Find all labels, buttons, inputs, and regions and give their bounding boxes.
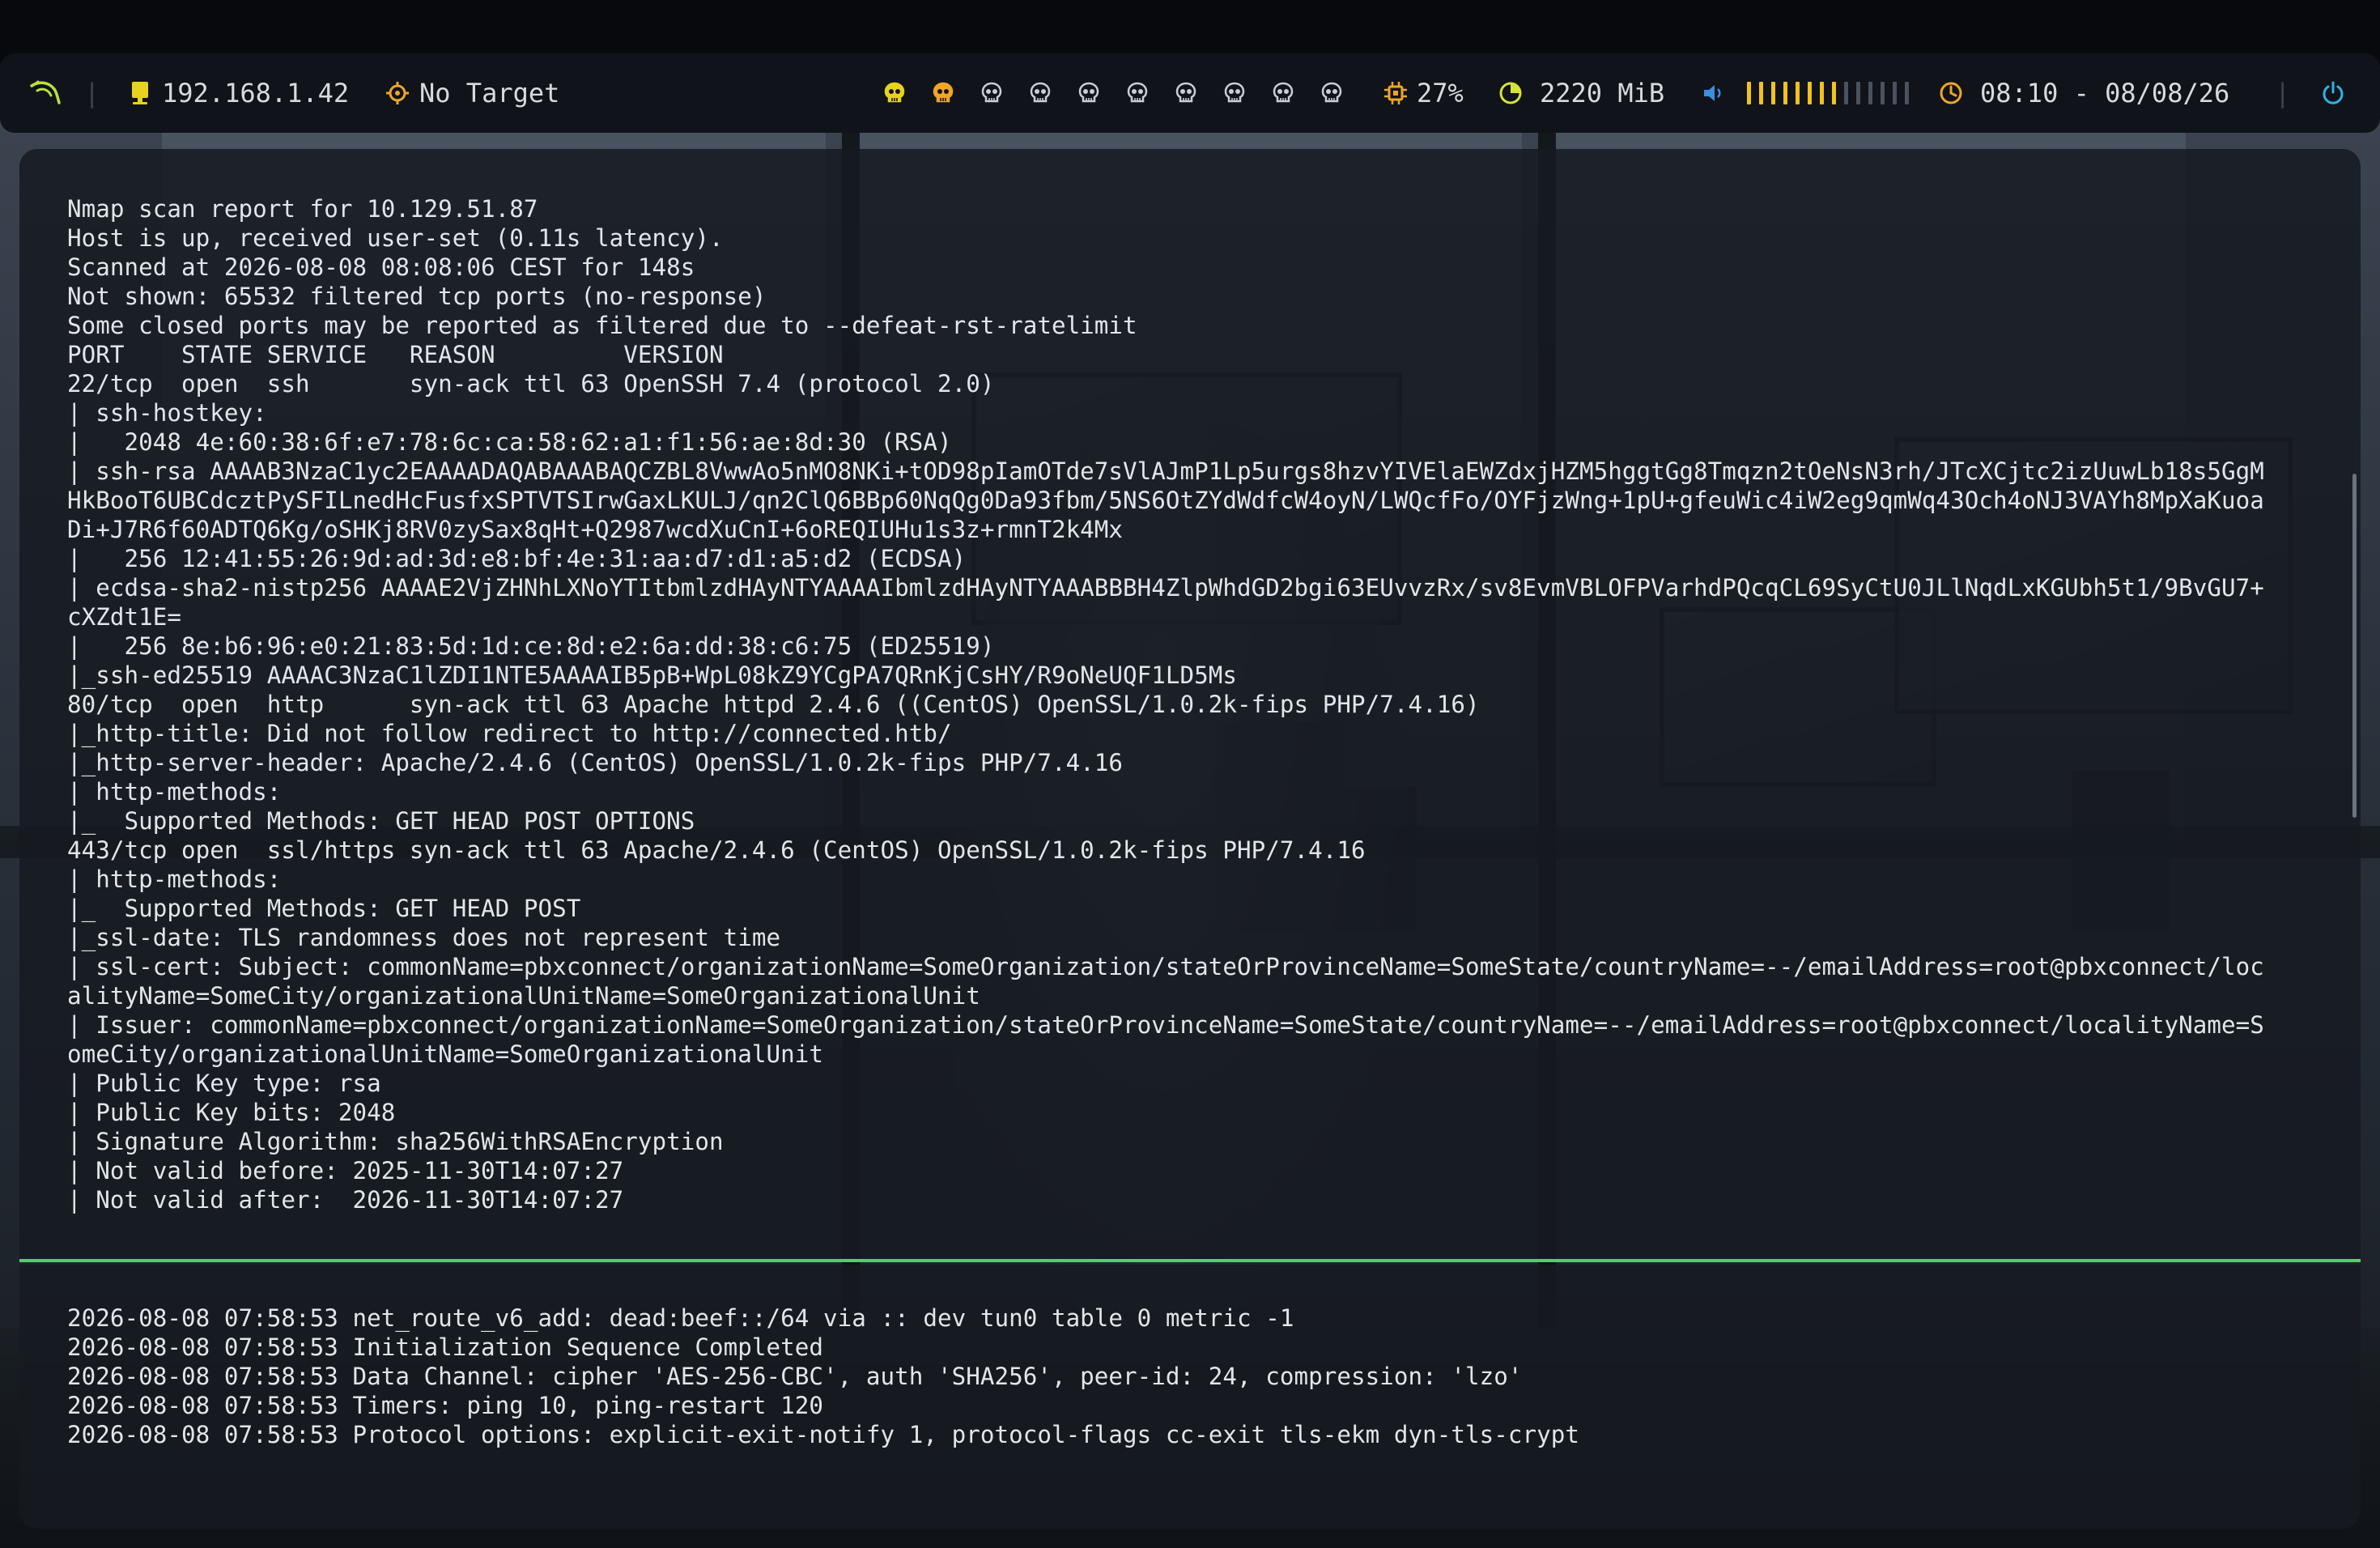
terminal-scrollbar[interactable] bbox=[2352, 474, 2357, 818]
volume-segment bbox=[1868, 82, 1872, 104]
workspace-6-skull-icon[interactable] bbox=[1125, 53, 1150, 133]
volume-segment bbox=[1856, 82, 1860, 104]
volume-segment bbox=[1881, 82, 1885, 104]
ip-monitor-icon bbox=[130, 53, 151, 133]
workspace-2-skull-icon[interactable] bbox=[931, 53, 955, 133]
terminal-line: |_ssl-date: TLS randomness does not repr… bbox=[67, 924, 781, 951]
terminal-line: Nmap scan report for 10.129.51.87 bbox=[67, 195, 538, 223]
terminal-line: | 2048 4e:60:38:6f:e7:78:6c:ca:58:62:a1:… bbox=[67, 428, 952, 456]
terminal-line: Host is up, received user-set (0.11s lat… bbox=[67, 224, 724, 252]
terminal-line: | ssl-cert: Subject: commonName=pbxconne… bbox=[67, 953, 2264, 980]
terminal-line: |_http-server-header: Apache/2.4.6 (Cent… bbox=[67, 749, 1124, 776]
terminal-line: | Public Key bits: 2048 bbox=[67, 1099, 396, 1126]
separator: | bbox=[2275, 78, 2291, 108]
terminal-line: 2026-08-08 07:58:53 Protocol options: ex… bbox=[67, 1421, 1579, 1448]
terminal-line: Scanned at 2026-08-08 08:08:06 CEST for … bbox=[67, 253, 695, 281]
volume-segment bbox=[1808, 82, 1812, 104]
volume-segment bbox=[1759, 82, 1763, 104]
volume-icon[interactable] bbox=[1702, 53, 1724, 133]
terminal-line: | Not valid after: 2026-11-30T14:07:27 bbox=[67, 1186, 624, 1214]
terminal-line: |_ Supported Methods: GET HEAD POST bbox=[67, 895, 581, 922]
target-icon bbox=[385, 53, 410, 133]
terminal-line: | ecdsa-sha2-nistp256 AAAAE2VjZHNhLXNoYT… bbox=[67, 574, 2264, 602]
target-label: No Target bbox=[419, 78, 560, 108]
clock: 08:10 - 08/08/26 bbox=[1980, 78, 2230, 108]
terminal-line: Not shown: 65532 filtered tcp ports (no-… bbox=[67, 283, 767, 310]
terminal-line: Di+J7R6f60ADTQ6Kg/oSHKj8RV0zySax8qHt+Q29… bbox=[67, 516, 1124, 543]
terminal-line: | http-methods: bbox=[67, 865, 295, 893]
power-icon[interactable] bbox=[2320, 53, 2346, 133]
terminal-line: | ssh-rsa AAAAB3NzaC1yc2EAAAADAQABAAABAQ… bbox=[67, 457, 2264, 485]
terminal-line: 443/tcp open ssl/https syn-ack ttl 63 Ap… bbox=[67, 836, 1366, 864]
volume-segment bbox=[1905, 82, 1909, 104]
terminal-line: 80/tcp open http syn-ack ttl 63 Apache h… bbox=[67, 691, 1480, 718]
terminal-line: |_ Supported Methods: GET HEAD POST OPTI… bbox=[67, 807, 695, 835]
desktop: | 192.168.1.42 No Target 27% 2220 MiB 08… bbox=[0, 0, 2380, 1548]
volume-level-bar[interactable] bbox=[1747, 53, 1917, 133]
ip-address: 192.168.1.42 bbox=[162, 78, 350, 108]
workspace-8-skull-icon[interactable] bbox=[1222, 53, 1247, 133]
volume-segment bbox=[1783, 82, 1787, 104]
terminal-line: 2026-08-08 07:58:53 Initialization Seque… bbox=[67, 1333, 823, 1361]
cpu-icon bbox=[1383, 53, 1409, 133]
volume-segment bbox=[1771, 82, 1775, 104]
terminal-line: | Not valid before: 2025-11-30T14:07:27 bbox=[67, 1157, 624, 1184]
workspace-3-skull-icon[interactable] bbox=[980, 53, 1004, 133]
status-bar: | 192.168.1.42 No Target 27% 2220 MiB 08… bbox=[0, 53, 2380, 133]
kali-logo-icon[interactable] bbox=[29, 53, 62, 133]
terminal-line: | Issuer: commonName=pbxconnect/organiza… bbox=[67, 1011, 2264, 1039]
terminal-nmap-output[interactable]: Nmap scan report for 10.129.51.87 Host is… bbox=[19, 149, 2361, 1260]
terminal-line: 22/tcp open ssh syn-ack ttl 63 OpenSSH 7… bbox=[67, 370, 995, 398]
terminal-line: Some closed ports may be reported as fil… bbox=[67, 312, 1137, 339]
terminal-vpn-log[interactable]: 2026-08-08 07:58:53 net_route_v6_add: de… bbox=[19, 1265, 2361, 1529]
clock-icon bbox=[1938, 53, 1964, 133]
volume-segment bbox=[1832, 82, 1836, 104]
workspace-4-skull-icon[interactable] bbox=[1028, 53, 1052, 133]
terminal-line: alityName=SomeCity/organizationalUnitNam… bbox=[67, 982, 980, 1010]
terminal-line: 2026-08-08 07:58:53 net_route_v6_add: de… bbox=[67, 1304, 1294, 1332]
terminal-line: | 256 8e:b6:96:e0:21:83:5d:1d:ce:8d:e2:6… bbox=[67, 632, 995, 660]
workspace-5-skull-icon[interactable] bbox=[1077, 53, 1101, 133]
workspace-9-skull-icon[interactable] bbox=[1271, 53, 1295, 133]
workspace-7-skull-icon[interactable] bbox=[1174, 53, 1198, 133]
workspace-1-skull-icon[interactable] bbox=[882, 53, 907, 133]
terminal-line: omeCity/organizationalUnitName=SomeOrgan… bbox=[67, 1040, 823, 1068]
terminal-line: PORT STATE SERVICE REASON VERSION bbox=[67, 341, 724, 368]
terminal-line: | Public Key type: rsa bbox=[67, 1070, 381, 1097]
terminal-line: 2026-08-08 07:58:53 Timers: ping 10, pin… bbox=[67, 1392, 823, 1419]
volume-segment bbox=[1796, 82, 1800, 104]
memory-usage: 2220 MiB bbox=[1540, 78, 1665, 108]
memory-icon bbox=[1498, 53, 1524, 133]
terminal-line: | http-methods: bbox=[67, 778, 295, 806]
volume-segment bbox=[1747, 82, 1751, 104]
terminal-line: |_http-title: Did not follow redirect to… bbox=[67, 720, 952, 747]
terminal-line: HkBooT6UBCdcztPySFILnedHcFusfxSPTVTSIrwG… bbox=[67, 487, 2264, 514]
terminal-line: |_ssh-ed25519 AAAAC3NzaC1lZDI1NTE5AAAAIB… bbox=[67, 661, 1238, 689]
terminal-line: 2026-08-08 07:58:53 Data Channel: cipher… bbox=[67, 1363, 1523, 1390]
pane-divider[interactable] bbox=[19, 1259, 2361, 1262]
terminal-line: | ssh-hostkey: bbox=[67, 399, 282, 427]
volume-segment bbox=[1844, 82, 1848, 104]
workspace-10-skull-icon[interactable] bbox=[1320, 53, 1344, 133]
terminal-line: | 256 12:41:55:26:9d:ad:3d:e8:bf:4e:31:a… bbox=[67, 545, 967, 572]
cpu-usage: 27% bbox=[1417, 78, 1464, 108]
volume-segment bbox=[1893, 82, 1897, 104]
separator: | bbox=[84, 78, 100, 108]
terminal-line: cXZdt1E= bbox=[67, 603, 181, 631]
terminal-line: | Signature Algorithm: sha256WithRSAEncr… bbox=[67, 1128, 724, 1155]
volume-segment bbox=[1820, 82, 1824, 104]
